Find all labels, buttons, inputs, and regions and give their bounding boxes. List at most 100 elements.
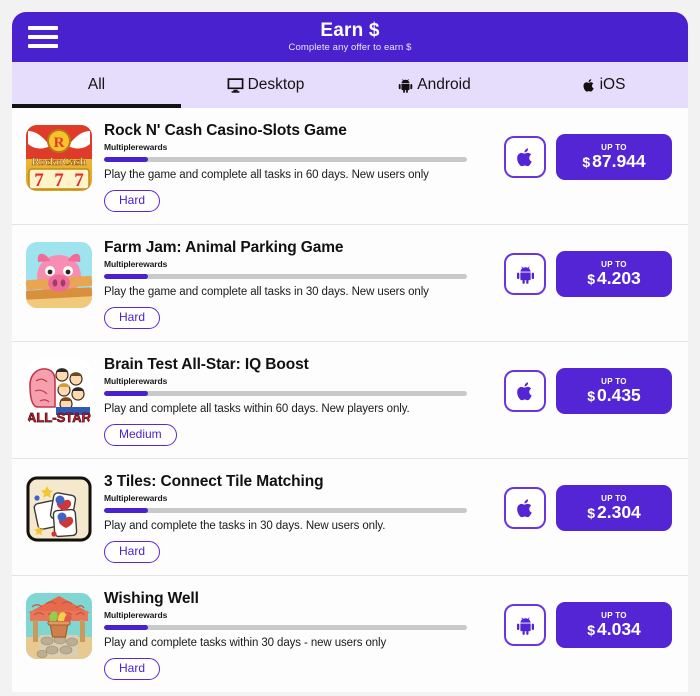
reward-amount: $4.034 (587, 618, 641, 639)
offer-info: 3 Tiles: Connect Tile Matching Multipler… (92, 473, 504, 563)
offer-description: Play and complete all tasks within 60 da… (104, 402, 410, 415)
page-title: Earn $ (320, 20, 380, 42)
reward-currency: $ (587, 621, 595, 638)
earn-offers-app: Earn $ Complete any offer to earn $ All … (0, 0, 700, 696)
apple-logo-icon[interactable] (504, 136, 546, 178)
tab-desktop[interactable]: Desktop (181, 62, 350, 108)
reward-value: 4.203 (597, 267, 641, 288)
svg-text:7: 7 (34, 170, 44, 191)
offer-provider: Multiplerewards (104, 492, 168, 503)
reward-value: 0.435 (597, 384, 641, 405)
offer-row[interactable]: ALL-STAR Brain Test All-Star: IQ Boost M… (12, 342, 688, 459)
wishing-well-thumbnail (26, 593, 92, 659)
offer-description: Play the game and complete all tasks in … (104, 285, 429, 298)
offer-info: Farm Jam: Animal Parking Game Multiplere… (92, 239, 504, 329)
svg-text:7: 7 (54, 170, 64, 191)
offer-progress-fill (104, 624, 148, 630)
difficulty-badge: Hard (104, 540, 161, 563)
difficulty-badge: Hard (104, 657, 161, 680)
offer-progress-bar (104, 507, 467, 513)
offer-progress-bar (104, 624, 467, 630)
reward-currency: $ (587, 270, 595, 287)
offer-title: Wishing Well (104, 590, 199, 607)
reward-currency: $ (582, 153, 591, 170)
reward-button[interactable]: UP TO $2.304 (556, 485, 672, 531)
offer-info: Rock N' Cash Casino-Slots Game Multipler… (92, 122, 504, 212)
tab-android[interactable]: Android (350, 62, 519, 108)
offer-progress-bar (104, 156, 467, 162)
farm-jam-pig-thumbnail (26, 242, 92, 308)
svg-text:R: R (54, 135, 65, 151)
offer-title: Brain Test All-Star: IQ Boost (104, 356, 309, 373)
offer-actions: UP TO $87.944 (504, 134, 672, 180)
offer-actions: UP TO $2.304 (504, 485, 672, 531)
offer-description: Play the game and complete all tasks in … (104, 168, 429, 181)
offer-progress-bar (104, 390, 467, 396)
page-subtitle: Complete any offer to earn $ (288, 42, 412, 54)
offer-progress-fill (104, 507, 148, 513)
svg-text:RocknCash: RocknCash (32, 156, 86, 168)
app-header: Earn $ Complete any offer to earn $ (12, 12, 688, 62)
reward-amount: $2.304 (587, 501, 641, 522)
offer-list: R RocknCash 7 7 7 Rock N' Cash Casino-Sl… (12, 108, 688, 692)
platform-tab-bar: All Desktop Android iOS (12, 62, 688, 108)
offer-provider: Multiplerewards (104, 375, 168, 386)
android-robot-icon (398, 77, 413, 94)
tab-ios[interactable]: iOS (519, 62, 688, 108)
svg-text:ALL-STAR: ALL-STAR (27, 410, 92, 425)
offer-progress-fill (104, 273, 148, 279)
android-robot-icon[interactable] (504, 604, 546, 646)
apple-logo-icon (582, 77, 596, 94)
brain-test-all-star-thumbnail: ALL-STAR (26, 359, 92, 425)
reward-button[interactable]: UP TO $4.034 (556, 602, 672, 648)
offer-title: Farm Jam: Animal Parking Game (104, 239, 344, 256)
offer-actions: UP TO $4.034 (504, 602, 672, 648)
difficulty-badge: Medium (104, 423, 177, 446)
reward-value: 2.304 (597, 501, 641, 522)
reward-button[interactable]: UP TO $0.435 (556, 368, 672, 414)
three-tiles-thumbnail (26, 476, 92, 542)
offer-progress-fill (104, 390, 148, 396)
offer-provider: Multiplerewards (104, 258, 168, 269)
reward-currency: $ (587, 387, 595, 404)
reward-amount: $4.203 (587, 267, 641, 288)
reward-currency: $ (587, 504, 595, 521)
difficulty-badge: Hard (104, 306, 161, 329)
offer-row[interactable]: R RocknCash 7 7 7 Rock N' Cash Casino-Sl… (12, 108, 688, 225)
offer-info: Brain Test All-Star: IQ Boost Multiplere… (92, 356, 504, 446)
offer-provider: Multiplerewards (104, 141, 168, 152)
reward-amount: $0.435 (587, 384, 641, 405)
tab-desktop-label: Desktop (247, 76, 305, 93)
difficulty-badge: Hard (104, 189, 161, 212)
offer-title: 3 Tiles: Connect Tile Matching (104, 473, 324, 490)
tab-all-label: All (87, 76, 106, 93)
offer-progress-bar (104, 273, 467, 279)
reward-amount: $87.944 (582, 150, 646, 171)
hamburger-bar (28, 44, 58, 48)
hamburger-menu-icon[interactable] (28, 26, 58, 48)
offer-actions: UP TO $0.435 (504, 368, 672, 414)
offer-progress-fill (104, 156, 148, 162)
offer-provider: Multiplerewards (104, 609, 168, 620)
offer-title: Rock N' Cash Casino-Slots Game (104, 122, 347, 139)
reward-button[interactable]: UP TO $87.944 (556, 134, 672, 180)
offer-row[interactable]: Wishing Well Multiplerewards Play and co… (12, 576, 688, 692)
reward-value: 4.034 (597, 618, 641, 639)
apple-logo-icon[interactable] (504, 370, 546, 412)
tab-ios-label: iOS (599, 76, 626, 93)
offer-description: Play and complete tasks within 30 days -… (104, 636, 387, 649)
offer-row[interactable]: Farm Jam: Animal Parking Game Multiplere… (12, 225, 688, 342)
offer-info: Wishing Well Multiplerewards Play and co… (92, 590, 504, 680)
rock-n-cash-casino-thumbnail: R RocknCash 7 7 7 (26, 125, 92, 191)
tab-android-label: Android (417, 76, 471, 93)
desktop-monitor-icon (227, 77, 244, 94)
offer-row[interactable]: 3 Tiles: Connect Tile Matching Multipler… (12, 459, 688, 576)
hamburger-bar (28, 35, 58, 39)
reward-value: 87.944 (592, 150, 646, 171)
header-text-block: Earn $ Complete any offer to earn $ (288, 21, 411, 53)
android-robot-icon[interactable] (504, 253, 546, 295)
reward-button[interactable]: UP TO $4.203 (556, 251, 672, 297)
apple-logo-icon[interactable] (504, 487, 546, 529)
tab-all[interactable]: All (12, 62, 181, 108)
svg-text:7: 7 (74, 170, 84, 191)
